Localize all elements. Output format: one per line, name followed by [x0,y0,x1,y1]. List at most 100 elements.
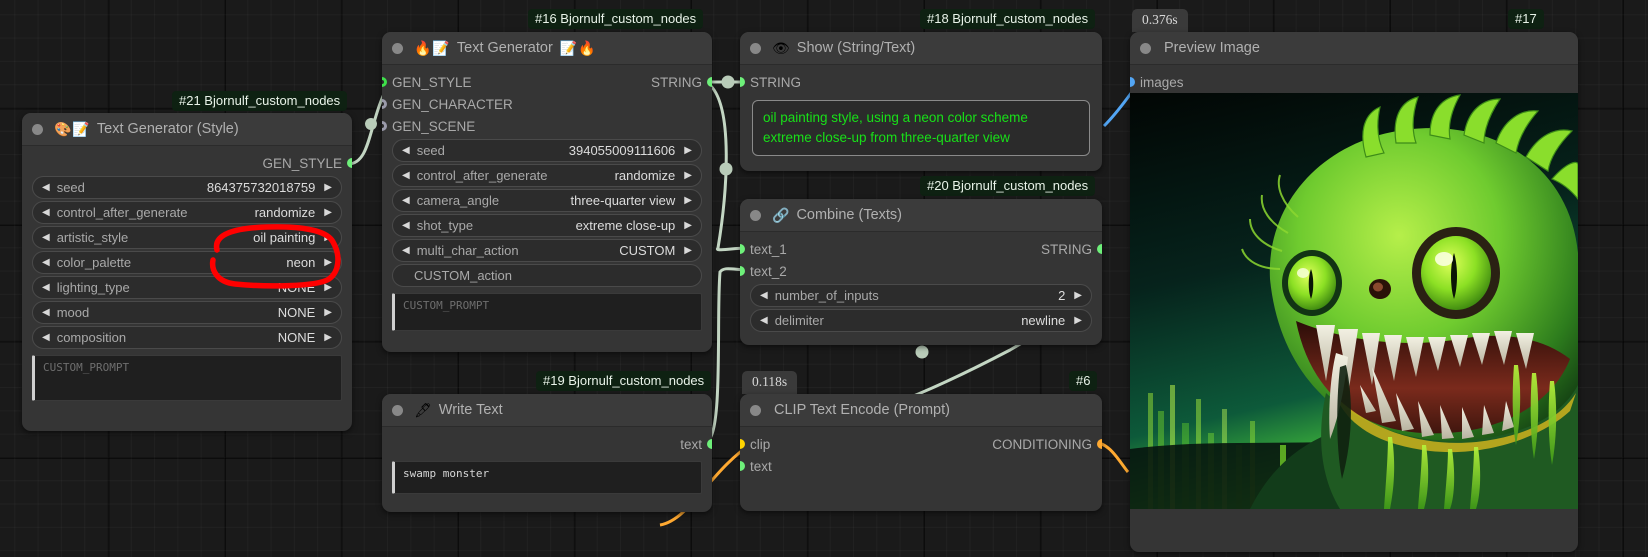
widget-value[interactable]: 394055009111606 [569,143,676,158]
next-arrow-icon[interactable]: ▶ [684,146,692,156]
input-port-gen-character[interactable] [382,99,387,109]
node-title-bar[interactable]: 🎨📝 Text Generator (Style) [22,113,352,146]
input-slot-clip[interactable]: clip CONDITIONING [740,433,1102,455]
widget-color-palette[interactable]: ◀ color_palette neon ▶ [32,251,342,274]
widget-value[interactable]: three-quarter view [571,193,676,208]
input-port-text[interactable] [740,461,745,471]
widget-value[interactable]: NONE [278,305,316,320]
output-port-gen-style[interactable] [347,158,352,168]
widget-control-after-generate[interactable]: ◀ control_after_generate randomize ▶ [32,201,342,224]
output-slot-gen-style[interactable]: GEN_STYLE [22,152,352,174]
output-port-conditioning[interactable] [1097,439,1102,449]
widget-value[interactable]: neon [286,255,315,270]
widget-value[interactable]: oil painting [253,230,315,245]
input-port-string[interactable] [740,77,745,87]
widget-value[interactable]: 864375732018759 [207,180,315,195]
next-arrow-icon[interactable]: ▶ [684,246,692,256]
widget-artistic-style[interactable]: ◀ artistic_style oil painting ▶ [32,226,342,249]
comfyui-graph-canvas[interactable]: #21 Bjornulf_custom_nodes 🎨📝 Text Genera… [0,0,1648,557]
next-arrow-icon[interactable]: ▶ [1074,316,1082,326]
input-slot-gen-style[interactable]: GEN_STYLE STRING [382,71,712,93]
input-port-clip[interactable] [740,439,745,449]
output-port-string[interactable] [707,77,712,87]
input-slot-gen-character[interactable]: GEN_CHARACTER [382,93,712,115]
widget-value[interactable]: newline [1021,313,1065,328]
input-port-gen-scene[interactable] [382,121,387,131]
node-text-generator[interactable]: 🔥📝 Text Generator 📝🔥 GEN_STYLE STRING GE… [382,32,712,352]
next-arrow-icon[interactable]: ▶ [684,221,692,231]
prev-arrow-icon[interactable]: ◀ [760,316,768,326]
widget-value[interactable]: 2 [1058,288,1065,303]
next-arrow-icon[interactable]: ▶ [324,258,332,268]
widget-value[interactable]: randomize [255,205,316,220]
prev-arrow-icon[interactable]: ◀ [402,146,410,156]
node-show-string-text[interactable]: 👁 Show (String/Text) STRING oil painting… [740,32,1102,171]
prev-arrow-icon[interactable]: ◀ [42,258,50,268]
input-slot-images[interactable]: images [1130,71,1578,93]
prev-arrow-icon[interactable]: ◀ [42,233,50,243]
widget-value[interactable]: randomize [615,168,676,183]
node-title-bar[interactable]: 🔗 Combine (Texts) [740,199,1102,232]
node-title-bar[interactable]: 🖋 Write Text [382,394,712,427]
prev-arrow-icon[interactable]: ◀ [402,221,410,231]
input-slot-string[interactable]: STRING [740,71,1102,93]
next-arrow-icon[interactable]: ▶ [324,183,332,193]
widget-custom-action[interactable]: CUSTOM_action [392,264,702,287]
widget-value[interactable]: NONE [278,330,316,345]
input-port-text-2[interactable] [740,266,745,276]
input-slot-text-2[interactable]: text_2 [740,260,1102,282]
node-title-bar[interactable]: 👁 Show (String/Text) [740,32,1102,65]
custom-prompt-textarea[interactable]: CUSTOM_PROMPT [392,293,702,331]
widget-lighting-type[interactable]: ◀ lighting_type NONE ▶ [32,276,342,299]
widget-control-after-generate[interactable]: ◀ control_after_generate randomize ▶ [392,164,702,187]
prev-arrow-icon[interactable]: ◀ [42,333,50,343]
collapse-dot-icon[interactable] [392,405,403,416]
collapse-dot-icon[interactable] [750,405,761,416]
prev-arrow-icon[interactable]: ◀ [402,196,410,206]
widget-multi-char-action[interactable]: ◀ multi_char_action CUSTOM ▶ [392,239,702,262]
widget-value[interactable]: CUSTOM [619,243,675,258]
widget-delimiter[interactable]: ◀ delimiter newline ▶ [750,309,1092,332]
input-port-gen-style[interactable] [382,77,387,87]
collapse-dot-icon[interactable] [1140,43,1151,54]
widget-value[interactable]: NONE [278,280,316,295]
next-arrow-icon[interactable]: ▶ [684,196,692,206]
input-slot-text[interactable]: text [740,455,1102,477]
widget-shot-type[interactable]: ◀ shot_type extreme close-up ▶ [392,214,702,237]
node-write-text[interactable]: 🖋 Write Text text swamp monster [382,394,712,512]
node-preview-image[interactable]: Preview Image images [1130,32,1578,552]
output-port-string[interactable] [1097,244,1102,254]
node-clip-text-encode[interactable]: CLIP Text Encode (Prompt) clip CONDITION… [740,394,1102,511]
widget-camera-angle[interactable]: ◀ camera_angle three-quarter view ▶ [392,189,702,212]
node-title-bar[interactable]: CLIP Text Encode (Prompt) [740,394,1102,427]
node-text-generator-style[interactable]: 🎨📝 Text Generator (Style) GEN_STYLE ◀ se… [22,113,352,431]
prev-arrow-icon[interactable]: ◀ [42,308,50,318]
output-port-text[interactable] [707,439,712,449]
node-title-bar[interactable]: Preview Image [1130,32,1578,65]
next-arrow-icon[interactable]: ▶ [324,283,332,293]
prev-arrow-icon[interactable]: ◀ [402,246,410,256]
input-port-text-1[interactable] [740,244,745,254]
node-combine-texts[interactable]: 🔗 Combine (Texts) text_1 STRING text_2 ◀… [740,199,1102,345]
output-slot-text[interactable]: text [382,433,712,455]
prev-arrow-icon[interactable]: ◀ [42,208,50,218]
write-text-textarea[interactable]: swamp monster [392,461,702,494]
node-title-bar[interactable]: 🔥📝 Text Generator 📝🔥 [382,32,712,65]
next-arrow-icon[interactable]: ▶ [324,208,332,218]
collapse-dot-icon[interactable] [392,43,403,54]
prev-arrow-icon[interactable]: ◀ [760,291,768,301]
prev-arrow-icon[interactable]: ◀ [42,183,50,193]
input-port-images[interactable] [1130,77,1135,87]
prev-arrow-icon[interactable]: ◀ [42,283,50,293]
next-arrow-icon[interactable]: ▶ [684,171,692,181]
collapse-dot-icon[interactable] [750,210,761,221]
input-slot-text-1[interactable]: text_1 STRING [740,238,1102,260]
custom-prompt-textarea[interactable]: CUSTOM_PROMPT [32,355,342,401]
collapse-dot-icon[interactable] [750,43,761,54]
next-arrow-icon[interactable]: ▶ [324,233,332,243]
widget-seed[interactable]: ◀ seed 864375732018759 ▶ [32,176,342,199]
prev-arrow-icon[interactable]: ◀ [402,171,410,181]
widget-number-of-inputs[interactable]: ◀ number_of_inputs 2 ▶ [750,284,1092,307]
preview-image-area[interactable] [1130,93,1578,509]
next-arrow-icon[interactable]: ▶ [324,333,332,343]
